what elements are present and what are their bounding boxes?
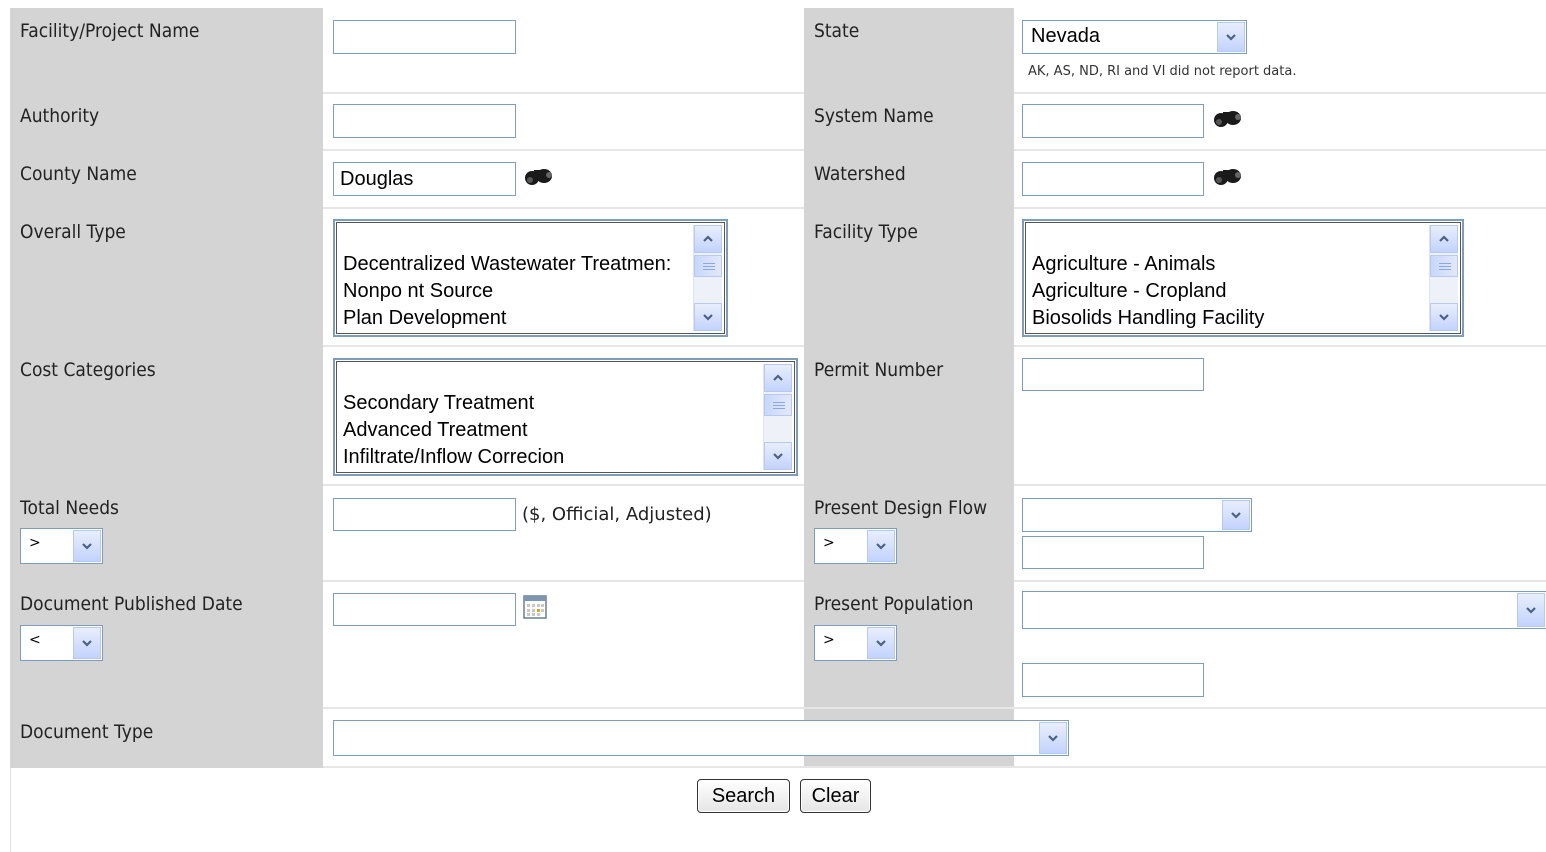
label-facility-project-name: Facility/Project Name — [20, 20, 200, 42]
row-divider — [1014, 345, 1546, 347]
row-divider — [1014, 207, 1546, 209]
watershed-input[interactable] — [1022, 162, 1204, 196]
list-item[interactable]: Nonpo nt Source — [343, 278, 671, 305]
row-divider — [1014, 92, 1546, 94]
scrollbar[interactable] — [1429, 225, 1458, 331]
label-authority: Authority — [20, 105, 100, 127]
label-present-design-flow: Present Design Flow — [814, 497, 988, 519]
chevron-down-icon[interactable] — [73, 530, 101, 562]
scrollbar-thumb[interactable] — [764, 394, 792, 416]
operator-value: > — [823, 632, 835, 648]
scrollbar-thumb[interactable] — [1430, 255, 1458, 277]
label-state: State — [814, 20, 860, 42]
chevron-down-icon[interactable] — [694, 303, 722, 331]
chevron-down-icon[interactable] — [764, 442, 792, 470]
chevron-down-icon[interactable] — [867, 627, 895, 659]
row-divider — [1014, 149, 1546, 151]
chevron-down-icon[interactable] — [1430, 303, 1458, 331]
operator-value: > — [29, 535, 41, 551]
chevron-up-icon[interactable] — [1430, 225, 1458, 253]
document-published-date-operator-select[interactable]: < — [20, 625, 103, 661]
binoculars-icon[interactable] — [522, 166, 556, 190]
scrollbar-thumb[interactable] — [694, 255, 722, 277]
chevron-up-icon[interactable] — [764, 364, 792, 392]
cost-categories-listbox[interactable]: Secondary Treatment Advanced Treatment I… — [333, 358, 798, 476]
binoculars-icon[interactable] — [1211, 166, 1245, 190]
present-population-operator-select[interactable]: > — [814, 625, 897, 661]
operator-value: > — [823, 535, 835, 551]
scrollbar[interactable] — [763, 364, 792, 470]
row-divider — [1014, 484, 1546, 486]
total-needs-hint: ($, Official, Adjusted) — [522, 504, 712, 525]
chevron-down-icon[interactable] — [1217, 22, 1245, 52]
chevron-down-icon[interactable] — [73, 627, 101, 659]
overall-type-listbox[interactable]: Decentralized Wastewater Treatmen: Nonpo… — [333, 219, 728, 337]
state-note: AK, AS, ND, RI and VI did not report dat… — [1028, 64, 1297, 79]
system-name-input[interactable] — [1022, 104, 1204, 138]
chevron-down-icon[interactable] — [1039, 722, 1067, 754]
facility-type-listbox[interactable]: Agriculture - Animals Agriculture - Crop… — [1022, 219, 1464, 337]
state-selected-value: Nevada — [1031, 25, 1100, 47]
state-select[interactable]: Nevada — [1022, 20, 1247, 54]
list-item[interactable]: Agriculture - Cropland — [1032, 278, 1264, 305]
label-facility-type: Facility Type — [814, 221, 918, 243]
facility-project-name-input[interactable] — [333, 20, 516, 54]
operator-value: < — [29, 632, 41, 648]
label-system-name: System Name — [814, 105, 934, 127]
facility-type-options: Agriculture - Animals Agriculture - Crop… — [1032, 251, 1264, 332]
label-permit-number: Permit Number — [814, 359, 944, 381]
label-cost-categories: Cost Categories — [20, 359, 156, 381]
chevron-up-icon[interactable] — [694, 225, 722, 253]
calendar-icon[interactable] — [523, 595, 547, 619]
list-item[interactable]: Advanced Treatment — [343, 417, 564, 444]
label-watershed: Watershed — [814, 163, 906, 185]
clear-button[interactable]: Clear — [800, 779, 871, 813]
row-divider — [323, 580, 804, 582]
list-item[interactable]: Infiltrate/Inflow Correcion — [343, 444, 564, 471]
cost-categories-options: Secondary Treatment Advanced Treatment I… — [343, 390, 564, 471]
label-document-type: Document Type — [20, 721, 154, 743]
present-design-flow-operator-select[interactable]: > — [814, 528, 897, 564]
search-button[interactable]: Search — [697, 779, 790, 813]
row-divider — [323, 345, 804, 347]
page-left-border — [10, 768, 11, 852]
label-county-name: County Name — [20, 163, 137, 185]
row-divider — [1014, 580, 1546, 582]
list-item[interactable]: Secondary Treatment — [343, 390, 564, 417]
label-document-published-date: Document Published Date — [20, 593, 243, 615]
total-needs-input[interactable] — [333, 498, 516, 531]
label-overall-type: Overall Type — [20, 221, 126, 243]
chevron-down-icon[interactable] — [1222, 500, 1250, 530]
scrollbar[interactable] — [693, 225, 722, 331]
search-form: Facility/Project Name Authority County N… — [10, 8, 1546, 768]
chevron-down-icon[interactable] — [1517, 593, 1545, 627]
list-item[interactable]: Decentralized Wastewater Treatmen: — [343, 251, 671, 278]
present-population-range-select[interactable] — [1022, 591, 1546, 629]
chevron-down-icon[interactable] — [867, 530, 895, 562]
present-design-flow-unit-select[interactable] — [1022, 498, 1252, 532]
present-design-flow-input[interactable] — [1022, 536, 1204, 569]
binoculars-icon[interactable] — [1211, 108, 1245, 132]
total-needs-operator-select[interactable]: > — [20, 528, 103, 564]
row-divider — [323, 149, 804, 151]
document-published-date-input[interactable] — [333, 593, 516, 626]
list-item[interactable]: Agriculture - Animals — [1032, 251, 1264, 278]
county-name-input[interactable] — [333, 162, 516, 196]
present-population-input[interactable] — [1022, 663, 1204, 697]
label-total-needs: Total Needs — [20, 497, 119, 519]
permit-number-input[interactable] — [1022, 358, 1204, 391]
row-divider — [323, 484, 804, 486]
row-divider — [323, 92, 804, 94]
row-divider — [323, 707, 1546, 709]
list-item[interactable]: Biosolids Handling Facility — [1032, 305, 1264, 332]
document-type-select[interactable] — [333, 720, 1069, 756]
row-divider — [323, 766, 1546, 768]
label-present-population: Present Population — [814, 593, 974, 615]
authority-input[interactable] — [333, 104, 516, 138]
overall-type-options: Decentralized Wastewater Treatmen: Nonpo… — [343, 251, 671, 332]
row-divider — [323, 207, 804, 209]
list-item[interactable]: Plan Development — [343, 305, 671, 332]
